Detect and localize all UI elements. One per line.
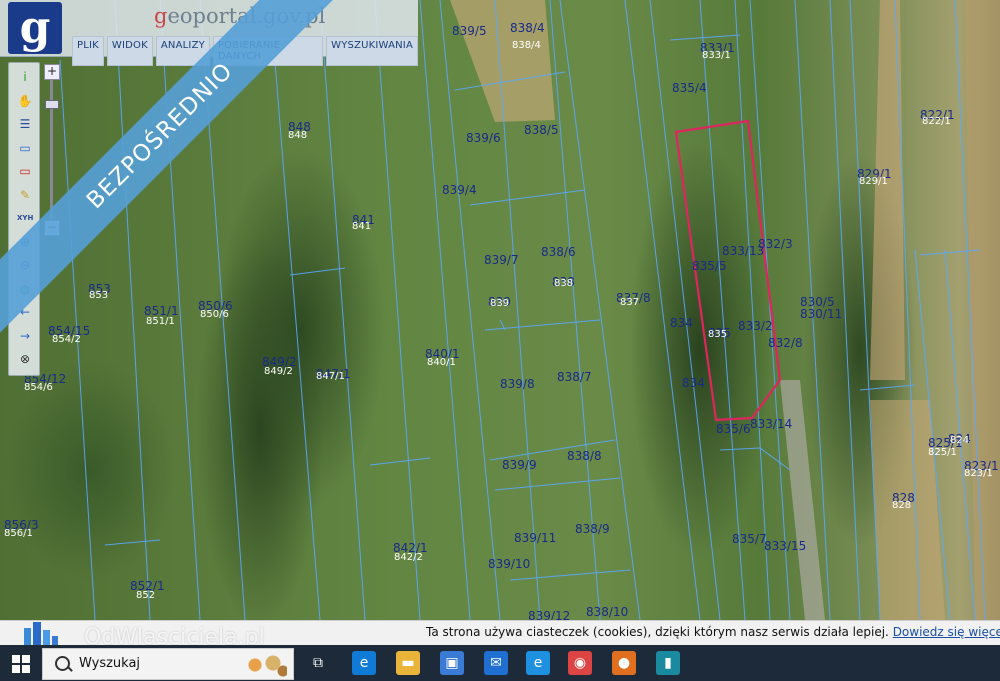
select-area-icon[interactable]: ▭ (17, 140, 33, 156)
parcel-label: 833/2 (738, 319, 773, 333)
parcel-label: 838/6 (541, 245, 576, 259)
parcel-label-small: 856/1 (4, 528, 33, 539)
parcel-label: 830/11 (800, 307, 842, 321)
parcel-label: 839/5 (452, 24, 487, 38)
parcel-label: 839/11 (514, 531, 556, 545)
search-icon (55, 656, 70, 671)
parcel-label: 832/8 (768, 336, 803, 350)
info-icon[interactable]: i (17, 69, 33, 85)
parcel-label-small: 841 (352, 221, 371, 232)
parcel-label: 833/15 (764, 539, 806, 553)
parcel-label: 833/14 (750, 417, 792, 431)
parcel-label-small: 837 (620, 297, 639, 308)
search-highlight-image (243, 653, 287, 677)
chrome-icon[interactable]: ◉ (568, 651, 592, 675)
parcel-label-small: 849/2 (264, 366, 293, 377)
parcel-label: 834 (682, 376, 705, 390)
mail-icon[interactable]: ✉ (484, 651, 508, 675)
parcel-overlay: 839/5 838/4 839/6 838/5 839/4 839/7 838/6 839 83… (4, 0, 1000, 620)
parcel-label-small: 829/1 (859, 176, 888, 187)
parcel-label: 838/9 (575, 522, 610, 536)
parcel-label-small: 853 (89, 290, 108, 301)
parcel-label-small: 838/4 (512, 40, 541, 51)
parcel-label-small: 850/6 (200, 309, 229, 320)
basketball-app-icon[interactable]: ● (612, 651, 636, 675)
parcel-label-small: 848 (288, 130, 307, 141)
taskbar-search-box[interactable]: Wyszukaj (42, 648, 294, 680)
terminal-app-icon[interactable]: ▮ (656, 651, 680, 675)
parcel-label-small: 854/2 (52, 334, 81, 345)
parcel-label: 834 (670, 316, 693, 330)
parcel-label: 839/4 (442, 183, 477, 197)
xyh-coordinates-icon[interactable]: XYH (17, 210, 33, 226)
parcel-label-small: 833/1 (702, 50, 731, 61)
parcel-label: 832/3 (758, 237, 793, 251)
parcel-label-small: 854/6 (24, 382, 53, 393)
zoom-plus-button[interactable]: + (44, 64, 60, 80)
parcel-label: 838/8 (567, 449, 602, 463)
map-view[interactable]: 839/5 838/4 839/6 838/5 839/4 839/7 838/6 839 83… (0, 0, 1000, 620)
parcel-label: 839/7 (484, 253, 519, 267)
parcel-label: 839/9 (502, 458, 537, 472)
parcel-label: 839/6 (466, 131, 501, 145)
zoom-slider-handle[interactable] (45, 100, 59, 109)
parcel-label: 838/4 (510, 21, 545, 35)
file-explorer-icon[interactable]: ▬ (396, 651, 420, 675)
parcel-label-small: 840/1 (427, 357, 456, 368)
parcel-label: 839/10 (488, 557, 530, 571)
store-icon[interactable]: ▣ (440, 651, 464, 675)
pan-hand-icon[interactable]: ✋ (17, 93, 33, 109)
parcel-label: 839/12 (528, 609, 570, 620)
geoportal-logo[interactable]: g (8, 2, 62, 54)
parcel-label: 835/7 (732, 532, 767, 546)
parcel-label: 838/5 (524, 123, 559, 137)
search-placeholder: Wyszukaj (79, 656, 141, 671)
windows-taskbar: Wyszukaj ⧉ e ▬ ▣ ✉ e ◉ ● ▮ (0, 645, 1000, 681)
menu-item-widok[interactable]: WIDOK (106, 36, 153, 66)
parcel-label-small: 852 (136, 590, 155, 601)
parcel-label-small: 822/1 (922, 116, 951, 127)
menu-item-plik[interactable]: PLIK (72, 36, 104, 66)
parcel-label: 835/6 (716, 422, 751, 436)
close-circle-icon[interactable]: ⊗ (17, 351, 33, 367)
map-tools-toolbar: i✋☰▭▭✎XYH⊕⊖◍←→⊗ (8, 62, 40, 376)
windows-start-icon[interactable] (12, 655, 30, 673)
internet-explorer-icon[interactable]: e (526, 651, 550, 675)
parcel-label: 838/7 (557, 370, 592, 384)
parcel-label: 839/8 (500, 377, 535, 391)
parcel-label-small: 825/1 (928, 447, 957, 458)
draw-pencil-icon[interactable]: ✎ (17, 187, 33, 203)
legend-icon[interactable]: ☰ (17, 116, 33, 132)
parcel-label-small: 839 (490, 298, 509, 309)
parcel-label-small: 828 (892, 500, 911, 511)
cookie-message: Ta strona używa ciasteczek (cookies), dz… (426, 625, 1000, 639)
parcel-label-small: 824 (950, 435, 969, 446)
parcel-label-small: 851/1 (146, 316, 175, 327)
parcel-label-small: 847/1 (316, 371, 345, 382)
select-object-icon[interactable]: ▭ (17, 163, 33, 179)
parcel-label-small: 835 (708, 329, 727, 340)
forward-arrow-icon[interactable]: → (17, 328, 33, 344)
edge-browser-icon[interactable]: e (352, 651, 376, 675)
parcel-label: 835/5 (692, 259, 727, 273)
task-view-icon[interactable]: ⧉ (306, 651, 330, 675)
parcel-label-small: 838 (554, 278, 573, 289)
parcel-label-small: 842/2 (394, 552, 423, 563)
parcel-label: 838/10 (586, 605, 628, 619)
parcel-label-small: 823/1 (964, 468, 993, 479)
parcel-label: 835/4 (672, 81, 707, 95)
cookie-more-link[interactable]: Dowiedz się więcej (893, 625, 1000, 639)
menu-item-wyszukiwania[interactable]: WYSZUKIWANIA (326, 36, 418, 66)
